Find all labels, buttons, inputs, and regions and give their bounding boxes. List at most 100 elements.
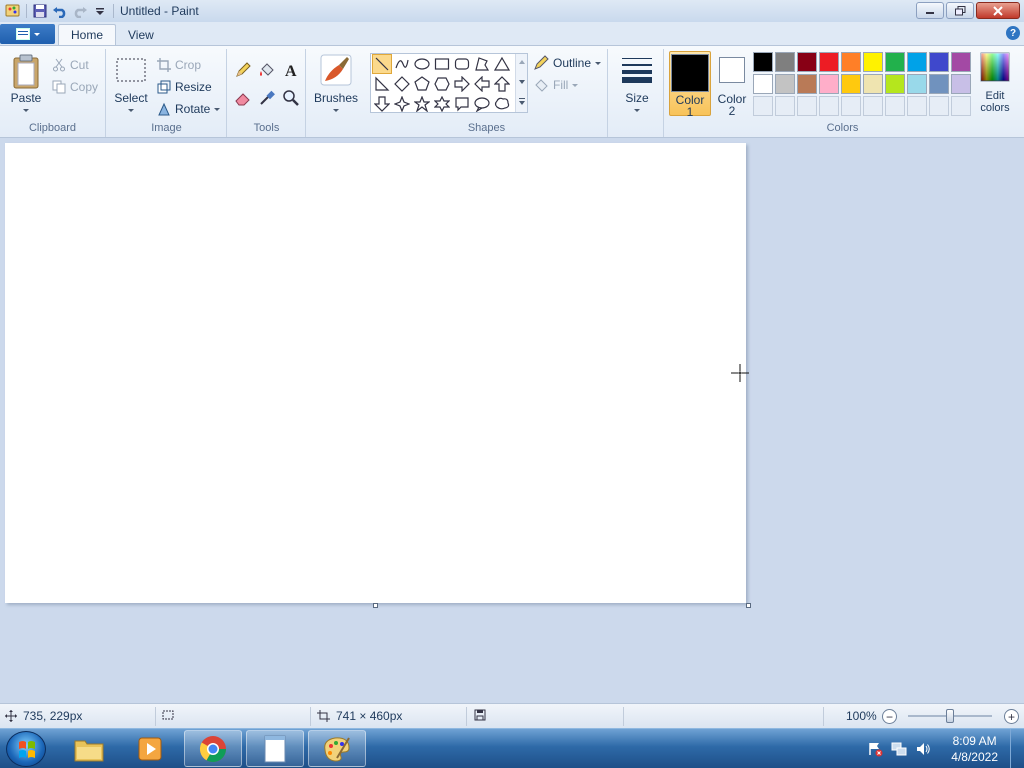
zoom-in-button[interactable]: + bbox=[1004, 709, 1019, 724]
explorer-taskbar-button[interactable] bbox=[60, 730, 118, 767]
palette-color-swatch[interactable] bbox=[907, 74, 927, 94]
edit-colors-button[interactable]: Edit colors bbox=[975, 52, 1015, 114]
volume-icon[interactable] bbox=[915, 741, 931, 757]
close-button[interactable] bbox=[976, 2, 1020, 19]
palette-custom-slot[interactable] bbox=[775, 96, 795, 116]
palette-custom-slot[interactable] bbox=[907, 96, 927, 116]
notepad-taskbar-button[interactable] bbox=[246, 730, 304, 767]
palette-color-swatch[interactable] bbox=[775, 52, 795, 72]
crop-button[interactable]: Crop bbox=[157, 55, 201, 75]
zoom-out-button[interactable]: − bbox=[882, 709, 897, 724]
six-point-star-shape-icon[interactable] bbox=[432, 94, 452, 114]
palette-color-swatch[interactable] bbox=[753, 74, 773, 94]
media-player-taskbar-button[interactable] bbox=[121, 730, 179, 767]
palette-color-swatch[interactable] bbox=[929, 52, 949, 72]
network-icon[interactable] bbox=[891, 741, 907, 757]
show-desktop-button[interactable] bbox=[1010, 729, 1024, 768]
palette-custom-slot[interactable] bbox=[885, 96, 905, 116]
palette-color-swatch[interactable] bbox=[929, 74, 949, 94]
rounded-rectangle-shape-icon[interactable] bbox=[452, 54, 472, 74]
cloud-callout-shape-icon[interactable] bbox=[492, 94, 512, 114]
palette-color-swatch[interactable] bbox=[951, 74, 971, 94]
paste-button[interactable]: Paste bbox=[8, 53, 44, 112]
palette-color-swatch[interactable] bbox=[841, 74, 861, 94]
fill-bucket-icon[interactable] bbox=[256, 59, 278, 81]
tab-home[interactable]: Home bbox=[58, 24, 117, 45]
save-icon[interactable] bbox=[31, 2, 49, 20]
resize-handle-corner[interactable] bbox=[746, 603, 751, 608]
palette-custom-slot[interactable] bbox=[753, 96, 773, 116]
resize-button[interactable]: Resize bbox=[157, 77, 212, 97]
palette-color-swatch[interactable] bbox=[819, 74, 839, 94]
line-shape-icon[interactable] bbox=[372, 54, 392, 74]
drawing-canvas[interactable] bbox=[5, 143, 746, 603]
copy-button[interactable]: Copy bbox=[52, 77, 98, 97]
rectangle-shape-icon[interactable] bbox=[432, 54, 452, 74]
palette-color-swatch[interactable] bbox=[775, 74, 795, 94]
palette-custom-slot[interactable] bbox=[797, 96, 817, 116]
palette-color-swatch[interactable] bbox=[863, 52, 883, 72]
canvas-workspace[interactable] bbox=[0, 138, 1024, 703]
palette-custom-slot[interactable] bbox=[929, 96, 949, 116]
rotate-button[interactable]: Rotate bbox=[157, 99, 221, 119]
help-icon[interactable]: ? bbox=[1006, 26, 1020, 40]
palette-custom-slot[interactable] bbox=[819, 96, 839, 116]
palette-color-swatch[interactable] bbox=[841, 52, 861, 72]
rounded-callout-shape-icon[interactable] bbox=[452, 94, 472, 114]
paint-taskbar-button[interactable] bbox=[308, 730, 366, 767]
palette-custom-slot[interactable] bbox=[863, 96, 883, 116]
oval-shape-icon[interactable] bbox=[412, 54, 432, 74]
start-button[interactable] bbox=[6, 731, 46, 767]
right-triangle-shape-icon[interactable] bbox=[372, 74, 392, 94]
palette-color-swatch[interactable] bbox=[819, 52, 839, 72]
palette-color-swatch[interactable] bbox=[797, 52, 817, 72]
cut-button[interactable]: Cut bbox=[52, 55, 89, 75]
palette-custom-slot[interactable] bbox=[841, 96, 861, 116]
paint-menu-button[interactable] bbox=[0, 24, 55, 44]
five-point-star-shape-icon[interactable] bbox=[412, 94, 432, 114]
color1-button[interactable]: Color 1 bbox=[669, 51, 711, 118]
select-button[interactable]: Select bbox=[113, 57, 149, 112]
palette-color-swatch[interactable] bbox=[863, 74, 883, 94]
customize-qat-icon[interactable] bbox=[91, 2, 109, 20]
curve-shape-icon[interactable] bbox=[392, 54, 412, 74]
pencil-icon[interactable] bbox=[232, 59, 254, 81]
polygon-shape-icon[interactable] bbox=[472, 54, 492, 74]
palette-color-swatch[interactable] bbox=[951, 52, 971, 72]
chrome-taskbar-button[interactable] bbox=[184, 730, 242, 767]
zoom-slider-thumb[interactable] bbox=[946, 709, 954, 723]
size-button[interactable]: Size bbox=[617, 53, 657, 112]
palette-color-swatch[interactable] bbox=[797, 74, 817, 94]
hexagon-shape-icon[interactable] bbox=[432, 74, 452, 94]
palette-color-swatch[interactable] bbox=[907, 52, 927, 72]
palette-color-swatch[interactable] bbox=[753, 52, 773, 72]
text-icon[interactable]: A bbox=[280, 59, 302, 81]
fill-button[interactable]: Fill bbox=[533, 75, 579, 95]
tab-view[interactable]: View bbox=[116, 24, 166, 45]
down-arrow-shape-icon[interactable] bbox=[372, 94, 392, 114]
shapes-scrollbar[interactable] bbox=[515, 54, 527, 112]
redo-icon[interactable] bbox=[71, 2, 89, 20]
palette-color-swatch[interactable] bbox=[885, 52, 905, 72]
color-picker-icon[interactable] bbox=[256, 87, 278, 109]
triangle-shape-icon[interactable] bbox=[492, 54, 512, 74]
left-arrow-shape-icon[interactable] bbox=[472, 74, 492, 94]
restore-button[interactable] bbox=[946, 2, 974, 19]
four-point-star-shape-icon[interactable] bbox=[392, 94, 412, 114]
resize-handle-bottom[interactable] bbox=[373, 603, 378, 608]
paint-app-icon[interactable] bbox=[4, 2, 22, 20]
pentagon-shape-icon[interactable] bbox=[412, 74, 432, 94]
palette-custom-slot[interactable] bbox=[951, 96, 971, 116]
diamond-shape-icon[interactable] bbox=[392, 74, 412, 94]
magnifier-icon[interactable] bbox=[280, 87, 302, 109]
oval-callout-shape-icon[interactable] bbox=[472, 94, 492, 114]
brushes-button[interactable]: Brushes bbox=[314, 53, 358, 112]
up-arrow-shape-icon[interactable] bbox=[492, 74, 512, 94]
action-center-icon[interactable] bbox=[867, 741, 883, 757]
eraser-icon[interactable] bbox=[232, 87, 254, 109]
outline-button[interactable]: Outline bbox=[533, 53, 602, 73]
right-arrow-shape-icon[interactable] bbox=[452, 74, 472, 94]
undo-icon[interactable] bbox=[51, 2, 69, 20]
minimize-button[interactable] bbox=[916, 2, 944, 19]
clock[interactable]: 8:09 AM 4/8/2022 bbox=[951, 733, 998, 765]
